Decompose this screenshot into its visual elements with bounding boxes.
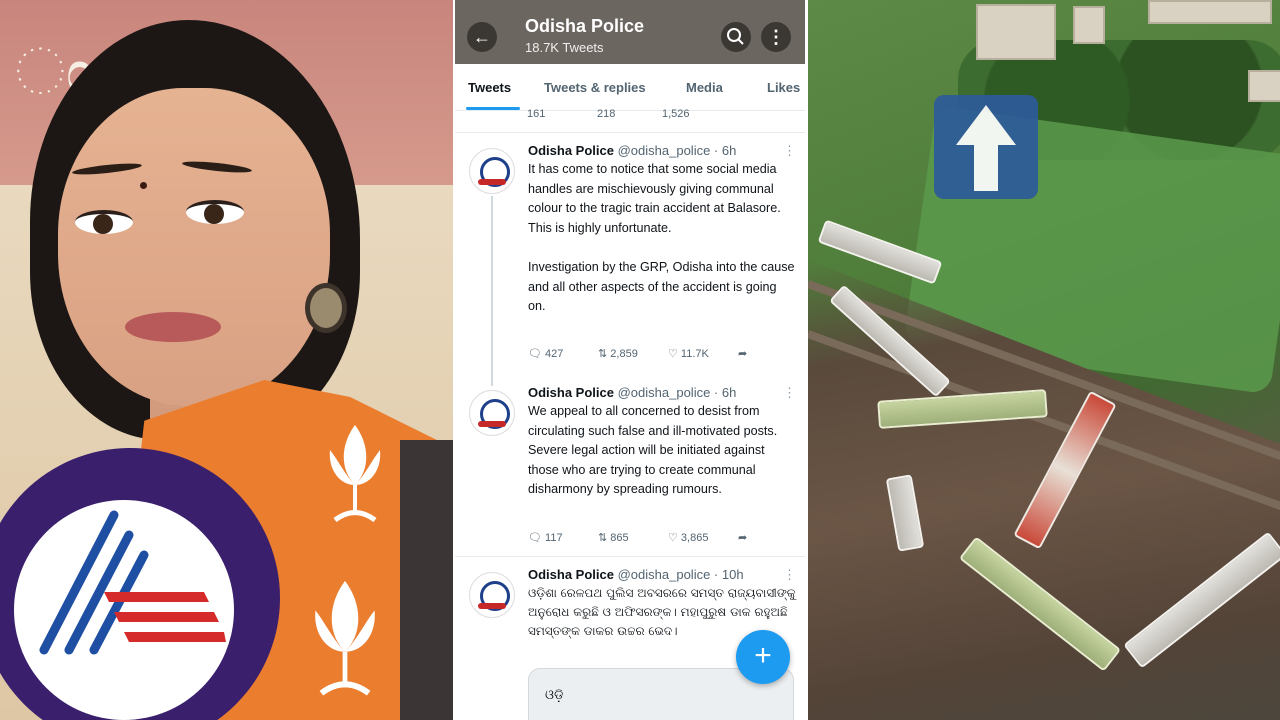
share-icon[interactable]: ➦ <box>738 531 747 544</box>
left-eye <box>75 210 133 234</box>
suvarna-news-logo <box>14 500 234 720</box>
reply-count: 117 <box>545 532 563 544</box>
right-eye <box>186 200 244 224</box>
profile-name: Odisha Police <box>525 16 645 36</box>
back-arrow-icon[interactable]: ← <box>467 22 497 52</box>
lotus-icon <box>315 580 375 696</box>
up-arrow-icon <box>934 95 1038 199</box>
more-options-icon[interactable]: ⋮ <box>761 22 791 52</box>
search-icon[interactable] <box>721 22 751 52</box>
reply-count: 427 <box>545 348 564 360</box>
tab-tweets-replies[interactable]: Tweets & replies <box>544 80 646 95</box>
odisha-police-avatar[interactable] <box>469 390 515 436</box>
retweet-count: 865 <box>610 532 629 544</box>
reply-button[interactable]: 🗨 117 <box>528 531 563 544</box>
divider <box>455 132 805 133</box>
profile-tabs: Tweets Tweets & replies Media Likes <box>455 64 805 111</box>
triangle-stripes-icon <box>39 510 226 655</box>
retweet-button[interactable]: ⇅ 2,859 <box>598 347 638 360</box>
share-icon[interactable]: ➦ <box>738 347 747 360</box>
lotus-icon <box>329 425 381 523</box>
odisha-police-avatar[interactable] <box>469 148 515 194</box>
tab-tweets[interactable]: Tweets <box>468 80 511 95</box>
lips <box>125 312 221 342</box>
tweet-author-name[interactable]: Odisha Police <box>528 143 614 158</box>
tab-likes[interactable]: Likes <box>767 80 800 95</box>
building <box>1248 70 1280 102</box>
tweet-handle-time: @odisha_police · 6h <box>617 385 737 400</box>
tab-media[interactable]: Media <box>686 80 723 95</box>
like-count: 1,526 <box>662 108 690 120</box>
tweet-text: We appeal to all concerned to desist fro… <box>528 404 778 497</box>
tweet-more-icon[interactable]: ⋮ <box>783 567 796 583</box>
aerial-accident-photo <box>808 0 1280 720</box>
tweet-author-name[interactable]: Odisha Police <box>528 567 614 582</box>
building <box>1073 6 1105 44</box>
earring <box>305 283 347 333</box>
photo-panel-left: ಂ ಳೂ <box>0 0 453 720</box>
retweet-count: 2,859 <box>610 348 638 360</box>
reply-count: 161 <box>527 108 546 120</box>
retweet-count: 218 <box>597 108 616 120</box>
tweet-more-icon[interactable]: ⋮ <box>783 385 796 401</box>
building <box>976 4 1056 60</box>
tweet-header: Odisha Police @odisha_police · 10h <box>528 567 796 582</box>
tweet-handle-time: @odisha_police · 10h <box>617 567 744 582</box>
twitter-screenshot: ← Odisha Police 18.7K Tweets ⋮ Tweets Tw… <box>455 0 805 720</box>
compose-tweet-button[interactable]: + <box>736 630 790 684</box>
thread-line <box>491 196 493 386</box>
like-button[interactable]: ♡ 3,865 <box>668 531 708 544</box>
tweet-handle-time: @odisha_police · 6h <box>617 143 737 158</box>
profile-header: ← Odisha Police 18.7K Tweets ⋮ <box>455 0 805 64</box>
tweet-author-name[interactable]: Odisha Police <box>528 385 614 400</box>
odisha-police-avatar[interactable] <box>469 572 515 618</box>
like-count: 3,865 <box>680 532 709 544</box>
dark-saree-border <box>400 440 453 720</box>
face <box>58 88 330 406</box>
building <box>1148 0 1272 24</box>
media-card-text: ଓଡ଼ି <box>545 688 564 703</box>
tweet-header: Odisha Police @odisha_police · 6h <box>528 385 796 400</box>
like-button[interactable]: ♡ 11.7K <box>668 347 709 360</box>
like-count: 11.7K <box>680 348 709 360</box>
active-tab-indicator <box>466 107 520 110</box>
bindi <box>140 182 147 189</box>
tweet-more-icon[interactable]: ⋮ <box>783 143 796 159</box>
tweet-count: 18.7K Tweets <box>525 40 604 55</box>
tweet[interactable]: Odisha Police @odisha_police · 6h ⋮ We a… <box>528 385 796 500</box>
tweet-header: Odisha Police @odisha_police · 6h <box>528 143 796 158</box>
tweet-text: It has come to notice that some social m… <box>528 162 795 314</box>
divider <box>455 556 805 557</box>
reply-button[interactable]: 🗨 427 <box>528 347 563 360</box>
retweet-button[interactable]: ⇅ 865 <box>598 531 629 544</box>
tweet[interactable]: Odisha Police @odisha_police · 6h ⋮ It h… <box>528 143 796 317</box>
